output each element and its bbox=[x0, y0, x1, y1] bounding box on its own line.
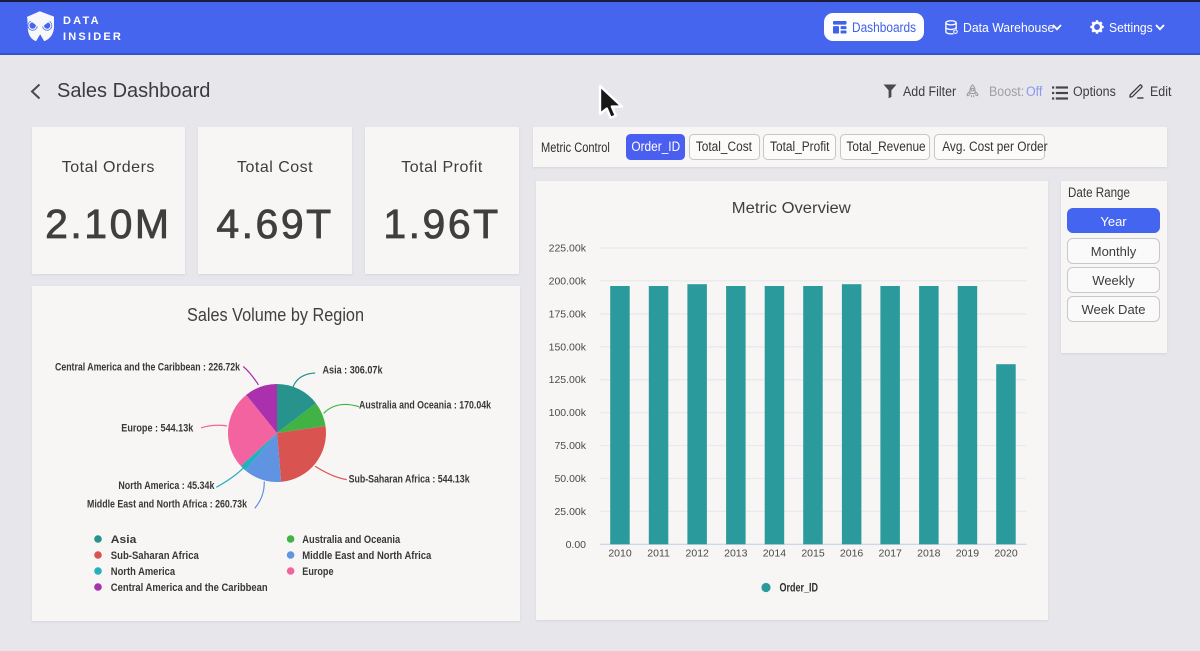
svg-text:200.00k: 200.00k bbox=[549, 275, 587, 287]
svg-text:Central America and the Caribb: Central America and the Caribbean : 226.… bbox=[55, 361, 241, 373]
svg-text:25.00k: 25.00k bbox=[554, 506, 586, 518]
svg-text:Europe: Europe bbox=[302, 566, 333, 578]
svg-text:Order_ID: Order_ID bbox=[780, 583, 819, 595]
svg-text:North America: North America bbox=[110, 566, 175, 578]
svg-text:Middle East and North Africa :: Middle East and North Africa : 260.73k bbox=[87, 499, 248, 511]
svg-text:0.00: 0.00 bbox=[566, 539, 587, 551]
svg-text:2013: 2013 bbox=[724, 548, 748, 560]
svg-text:150.00k: 150.00k bbox=[549, 341, 587, 353]
svg-text:125.00k: 125.00k bbox=[549, 374, 587, 386]
svg-text:Sub-Saharan Africa : 544.13k: Sub-Saharan Africa : 544.13k bbox=[348, 474, 470, 486]
svg-text:2010: 2010 bbox=[608, 548, 632, 560]
svg-text:175.00k: 175.00k bbox=[549, 308, 587, 320]
svg-text:2015: 2015 bbox=[801, 548, 825, 560]
svg-text:Asia: Asia bbox=[110, 534, 136, 546]
svg-text:2017: 2017 bbox=[879, 548, 903, 560]
svg-text:Sub-Saharan Africa: Sub-Saharan Africa bbox=[110, 550, 199, 562]
svg-text:Asia : 306.07k: Asia : 306.07k bbox=[322, 365, 383, 377]
svg-text:North America : 45.34k: North America : 45.34k bbox=[118, 480, 215, 492]
svg-text:Middle East and North Africa: Middle East and North Africa bbox=[302, 550, 432, 562]
svg-text:2011: 2011 bbox=[647, 548, 670, 560]
svg-text:Australia and Oceania : 170.04: Australia and Oceania : 170.04k bbox=[359, 400, 492, 412]
svg-text:225.00k: 225.00k bbox=[549, 243, 587, 255]
svg-text:Central America and the Caribb: Central America and the Caribbean bbox=[110, 582, 267, 594]
svg-text:2018: 2018 bbox=[917, 548, 941, 560]
svg-text:Australia and Oceania: Australia and Oceania bbox=[302, 534, 401, 546]
svg-text:2020: 2020 bbox=[994, 548, 1018, 560]
svg-text:Sales Volume by Region: Sales Volume by Region bbox=[187, 305, 364, 325]
svg-text:2012: 2012 bbox=[686, 548, 710, 560]
svg-text:50.00k: 50.00k bbox=[554, 473, 586, 485]
svg-text:75.00k: 75.00k bbox=[554, 440, 586, 452]
svg-text:2019: 2019 bbox=[956, 548, 980, 560]
svg-text:Europe : 544.13k: Europe : 544.13k bbox=[121, 423, 194, 435]
svg-text:100.00k: 100.00k bbox=[549, 407, 587, 419]
svg-text:Metric Overview: Metric Overview bbox=[732, 200, 852, 217]
svg-text:2014: 2014 bbox=[763, 548, 787, 560]
svg-text:2016: 2016 bbox=[840, 548, 864, 560]
